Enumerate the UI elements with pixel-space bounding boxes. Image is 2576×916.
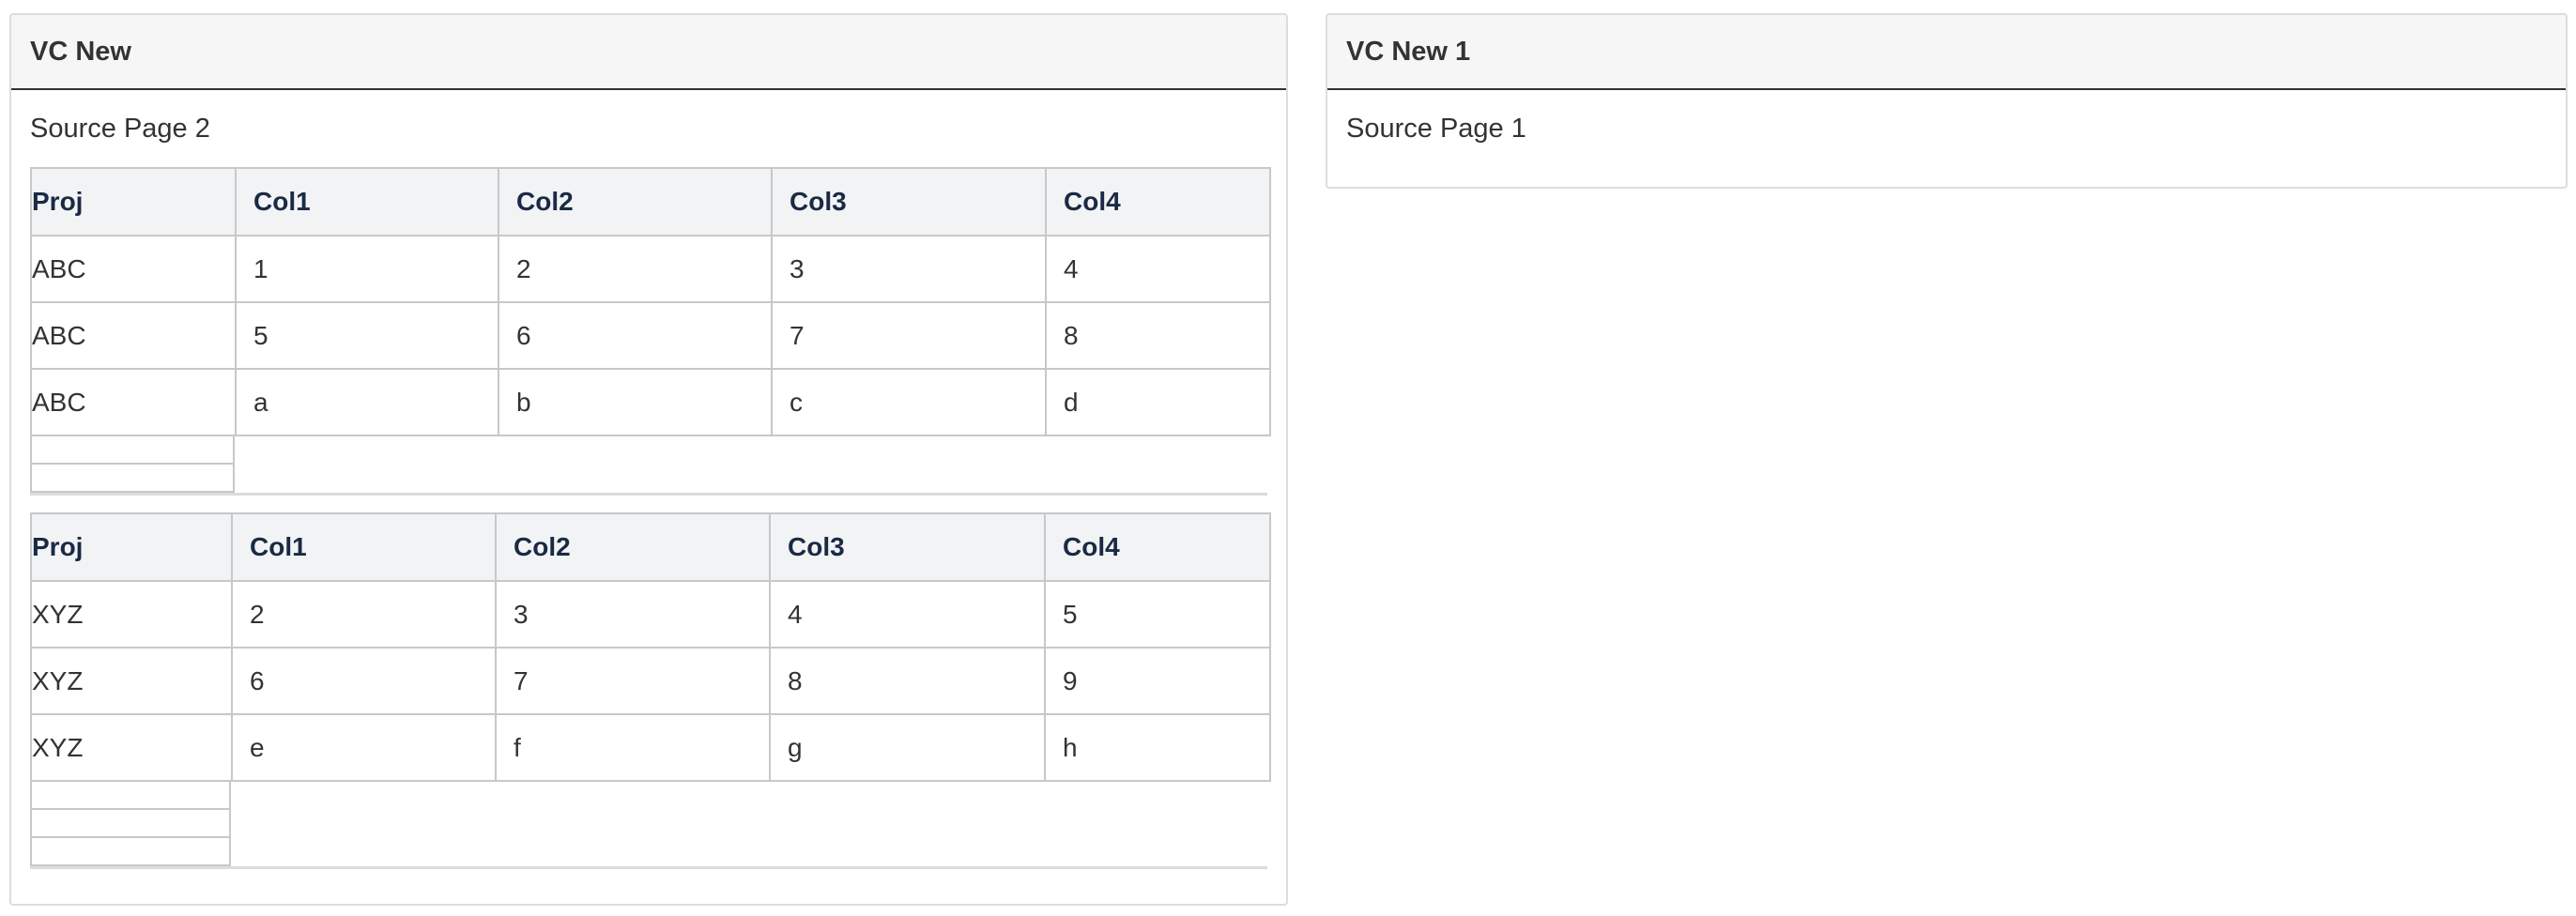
table-cell: b (498, 368, 773, 436)
panel-body: Source Page 1 (1327, 90, 2566, 167)
empty-row (32, 810, 229, 838)
table-cell: 3 (495, 580, 771, 649)
panel-title: VC New (11, 15, 1286, 90)
empty-row (32, 436, 233, 465)
table-cell: g (769, 713, 1046, 782)
column-header: Col1 (231, 512, 497, 582)
vc-new-1-panel: VC New 1 Source Page 1 (1326, 13, 2568, 189)
table-row: XYZ 2 3 4 5 (30, 580, 1271, 649)
column-header: Proj (30, 167, 237, 237)
table-cell: f (495, 713, 771, 782)
empty-row (32, 838, 229, 866)
table-row: ABC 5 6 7 8 (30, 301, 1271, 370)
table-cell: 2 (231, 580, 497, 649)
table-cell: 8 (769, 647, 1046, 715)
table-cell: 8 (1045, 301, 1271, 370)
table-row: ABC 1 2 3 4 (30, 235, 1271, 303)
table-cell: 6 (498, 301, 773, 370)
table-cell: 4 (769, 580, 1046, 649)
table-header-row: Proj Col1 Col2 Col3 Col4 (30, 512, 1271, 582)
table-cell: ABC (30, 368, 237, 436)
column-header: Proj (30, 512, 233, 582)
table-header-row: Proj Col1 Col2 Col3 Col4 (30, 167, 1271, 237)
table-row: XYZ 6 7 8 9 (30, 647, 1271, 715)
table-cell: d (1045, 368, 1271, 436)
table-cell: h (1044, 713, 1271, 782)
table-cell: a (235, 368, 499, 436)
source-page-label: Source Page 1 (1346, 114, 1526, 144)
column-header: Col2 (495, 512, 771, 582)
source-page-label: Source Page 2 (30, 114, 210, 144)
table-cell: 2 (498, 235, 773, 303)
column-header: Col3 (769, 512, 1046, 582)
table-cell: ABC (30, 301, 237, 370)
panel-title: VC New 1 (1327, 15, 2566, 90)
table-cell: 1 (235, 235, 499, 303)
table-row: XYZ e f g h (30, 713, 1271, 782)
empty-row (32, 782, 229, 810)
column-header: Col4 (1044, 512, 1271, 582)
column-header: Col1 (235, 167, 499, 237)
table-cell: XYZ (30, 647, 233, 715)
table-cell: XYZ (30, 713, 233, 782)
table-cell: ABC (30, 235, 237, 303)
vc-new-panel: VC New Source Page 2 Proj Col1 Col2 Col3… (9, 13, 1288, 906)
table-cell: c (771, 368, 1047, 436)
table-separator (30, 866, 1267, 869)
panel-body: Source Page 2 Proj Col1 Col2 Col3 Col4 A… (11, 90, 1286, 869)
table-cell: 3 (771, 235, 1047, 303)
column-header: Col2 (498, 167, 773, 237)
table-cell: 7 (771, 301, 1047, 370)
table-cell: 7 (495, 647, 771, 715)
table-cell: 5 (1044, 580, 1271, 649)
table-cell: 5 (235, 301, 499, 370)
data-table-abc: Proj Col1 Col2 Col3 Col4 ABC 1 2 3 4 ABC… (30, 167, 1271, 436)
table-row: ABC a b c d (30, 368, 1271, 436)
column-header: Col3 (771, 167, 1047, 237)
table-cell: 4 (1045, 235, 1271, 303)
table-cell: 6 (231, 647, 497, 715)
empty-rows (30, 782, 231, 866)
column-header: Col4 (1045, 167, 1271, 237)
table-cell: XYZ (30, 580, 233, 649)
empty-row (32, 465, 233, 493)
data-table-xyz: Proj Col1 Col2 Col3 Col4 XYZ 2 3 4 5 XYZ… (30, 512, 1271, 782)
table-cell: e (231, 713, 497, 782)
table-cell: 9 (1044, 647, 1271, 715)
empty-rows (30, 436, 235, 493)
